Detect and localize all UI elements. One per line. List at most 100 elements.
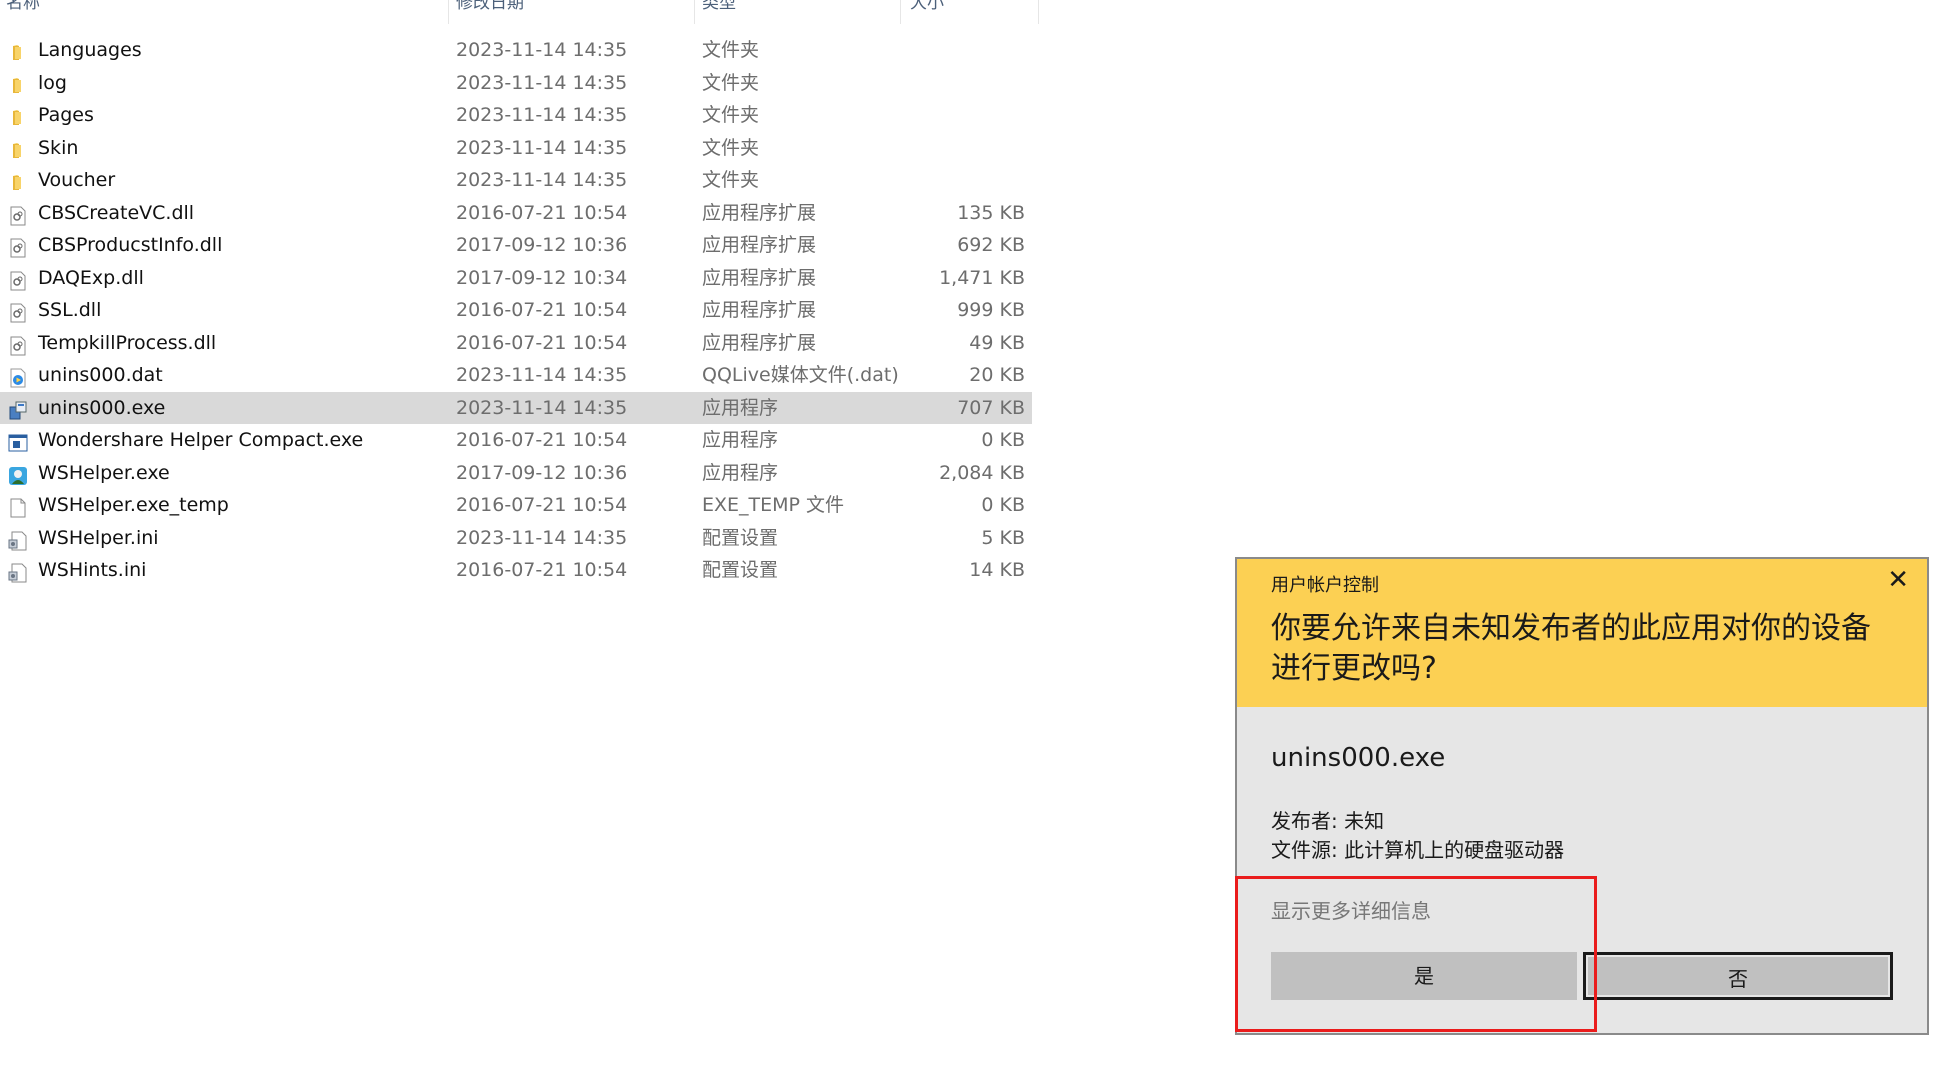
close-icon[interactable]: ✕ bbox=[1887, 565, 1909, 595]
file-name: WSHelper.exe bbox=[38, 461, 170, 484]
file-row[interactable]: WSHints.ini 2016-07-21 10:54 配置设置 14 KB bbox=[0, 554, 1040, 587]
column-size-header[interactable]: 大小 bbox=[910, 0, 944, 24]
file-row[interactable]: log 2023-11-14 14:35 文件夹 bbox=[0, 67, 1040, 100]
uac-app-name: unins000.exe bbox=[1271, 743, 1446, 773]
file-row[interactable]: Pages 2023-11-14 14:35 文件夹 bbox=[0, 99, 1040, 132]
file-type: 文件夹 bbox=[702, 136, 760, 159]
column-divider[interactable] bbox=[448, 0, 449, 24]
file-type: 应用程序扩展 bbox=[702, 331, 817, 354]
file-name: Wondershare Helper Compact.exe bbox=[38, 429, 364, 451]
file-type: 配置设置 bbox=[702, 559, 779, 581]
file-name: WSHints.ini bbox=[38, 559, 147, 581]
show-more-details-link[interactable]: 显示更多详细信息 bbox=[1271, 895, 1431, 924]
file-date: 2023-11-14 14:35 bbox=[456, 104, 628, 126]
file-name: Voucher bbox=[38, 169, 116, 191]
yes-button[interactable]: 是 bbox=[1271, 952, 1577, 1000]
file-size: 20 KB bbox=[969, 364, 1025, 386]
column-divider[interactable] bbox=[900, 0, 901, 24]
file-type: 应用程序扩展 bbox=[702, 299, 817, 321]
folder-icon bbox=[8, 106, 28, 126]
file-type: 文件夹 bbox=[702, 104, 760, 126]
file-name: Languages bbox=[38, 39, 142, 61]
file-name: WSHelper.exe_temp bbox=[38, 494, 229, 516]
file-date: 2016-07-21 10:54 bbox=[456, 299, 628, 321]
file-type: 文件夹 bbox=[702, 71, 760, 94]
wshelper-app-icon bbox=[8, 464, 28, 485]
file-size: 49 KB bbox=[969, 331, 1025, 354]
file-row[interactable]: WSHelper.exe_temp 2016-07-21 10:54 EXE_TEM… bbox=[0, 489, 1040, 522]
column-header: 名称 修改日期 类型 大小 bbox=[0, 0, 1040, 24]
app-window-icon bbox=[8, 431, 28, 452]
column-name-header[interactable]: 名称 bbox=[6, 0, 40, 24]
file-size: 707 KB bbox=[957, 396, 1025, 419]
dll-file-icon bbox=[8, 334, 28, 355]
uac-title: 用户帐户控制 bbox=[1271, 575, 1379, 596]
dll-file-icon bbox=[8, 204, 28, 225]
uac-origin: 文件源: 此计算机上的硬盘驱动器 bbox=[1271, 838, 1565, 862]
folder-icon bbox=[8, 171, 28, 191]
file-name: Skin bbox=[38, 136, 79, 159]
file-type: 文件夹 bbox=[702, 39, 760, 61]
dll-file-icon bbox=[8, 269, 28, 290]
column-type-header[interactable]: 类型 bbox=[702, 0, 736, 24]
no-button[interactable]: 否 bbox=[1583, 952, 1893, 1000]
dll-file-icon bbox=[8, 236, 28, 258]
blank-file-icon bbox=[8, 496, 28, 518]
file-date: 2017-09-12 10:34 bbox=[456, 266, 628, 289]
column-date-header[interactable]: 修改日期 bbox=[456, 0, 524, 24]
dll-file-icon bbox=[8, 301, 28, 323]
file-size: 135 KB bbox=[957, 201, 1025, 224]
uac-header: 用户帐户控制 ✕ 你要允许来自未知发布者的此应用对你的设备进行更改吗? bbox=[1237, 559, 1927, 707]
installer-icon bbox=[8, 399, 28, 419]
file-row[interactable]: Skin 2023-11-14 14:35 文件夹 bbox=[0, 132, 1040, 165]
file-size: 2,084 KB bbox=[939, 461, 1025, 484]
file-type: 应用程序 bbox=[702, 429, 779, 451]
file-type: 应用程序 bbox=[702, 396, 779, 419]
column-divider[interactable] bbox=[1038, 0, 1039, 24]
file-date: 2023-11-14 14:35 bbox=[456, 71, 628, 94]
file-row[interactable]: unins000.dat 2023-11-14 14:35 QQLive媒体文件(.… bbox=[0, 359, 1040, 392]
file-row[interactable]: CBSCreateVC.dll 2016-07-21 10:54 应用程序扩展 135… bbox=[0, 197, 1040, 230]
uac-dialog: 用户帐户控制 ✕ 你要允许来自未知发布者的此应用对你的设备进行更改吗? unin… bbox=[1235, 557, 1929, 1035]
column-divider[interactable] bbox=[694, 0, 695, 24]
ini-file-icon bbox=[8, 529, 28, 550]
file-row[interactable]: CBSProducstInfo.dll 2017-09-12 10:36 应用程序扩… bbox=[0, 229, 1040, 262]
file-name: SSL.dll bbox=[38, 299, 102, 321]
file-date: 2016-07-21 10:54 bbox=[456, 201, 628, 224]
file-row[interactable]: Languages 2023-11-14 14:35 文件夹 bbox=[0, 34, 1040, 67]
file-date: 2023-11-14 14:35 bbox=[456, 396, 628, 419]
file-name: DAQExp.dll bbox=[38, 266, 144, 289]
file-row[interactable]: TempkillProcess.dll 2016-07-21 10:54 应用程序扩… bbox=[0, 327, 1040, 360]
file-row[interactable]: WSHelper.exe 2017-09-12 10:36 应用程序 2,084 KB bbox=[0, 457, 1040, 490]
file-name: unins000.dat bbox=[38, 364, 163, 386]
folder-icon bbox=[8, 74, 28, 94]
file-name: CBSProducstInfo.dll bbox=[38, 234, 223, 256]
file-name: TempkillProcess.dll bbox=[38, 331, 217, 354]
file-type: 应用程序扩展 bbox=[702, 266, 817, 289]
file-row[interactable]: Voucher 2023-11-14 14:35 文件夹 bbox=[0, 164, 1040, 197]
file-row[interactable]: unins000.exe 2023-11-14 14:35 应用程序 707 KB bbox=[0, 391, 1032, 424]
file-date: 2016-07-21 10:54 bbox=[456, 559, 628, 581]
file-type: 配置设置 bbox=[702, 526, 779, 549]
file-name: log bbox=[38, 71, 67, 94]
file-list: Languages 2023-11-14 14:35 文件夹 log 2023-11-1… bbox=[0, 34, 1040, 587]
file-size: 0 KB bbox=[981, 494, 1025, 516]
file-size: 5 KB bbox=[981, 526, 1025, 549]
file-row[interactable]: Wondershare Helper Compact.exe 2016-07-21… bbox=[0, 424, 1040, 457]
file-row[interactable]: WSHelper.ini 2023-11-14 14:35 配置设置 5 KB bbox=[0, 522, 1040, 555]
file-date: 2023-11-14 14:35 bbox=[456, 364, 628, 386]
file-name: unins000.exe bbox=[38, 396, 166, 419]
file-size: 1,471 KB bbox=[939, 266, 1025, 289]
file-type: 应用程序扩展 bbox=[702, 234, 817, 256]
file-type: EXE_TEMP 文件 bbox=[702, 494, 845, 516]
file-row[interactable]: SSL.dll 2016-07-21 10:54 应用程序扩展 999 KB bbox=[0, 294, 1040, 327]
folder-icon bbox=[8, 41, 28, 61]
file-date: 2017-09-12 10:36 bbox=[456, 234, 628, 256]
file-size: 692 KB bbox=[957, 234, 1025, 256]
file-size: 999 KB bbox=[957, 299, 1025, 321]
file-date: 2016-07-21 10:54 bbox=[456, 494, 628, 516]
file-size: 0 KB bbox=[981, 429, 1025, 451]
folder-icon bbox=[8, 139, 28, 159]
file-type: 文件夹 bbox=[702, 169, 760, 191]
file-row[interactable]: DAQExp.dll 2017-09-12 10:34 应用程序扩展 1,471 KB bbox=[0, 262, 1040, 295]
